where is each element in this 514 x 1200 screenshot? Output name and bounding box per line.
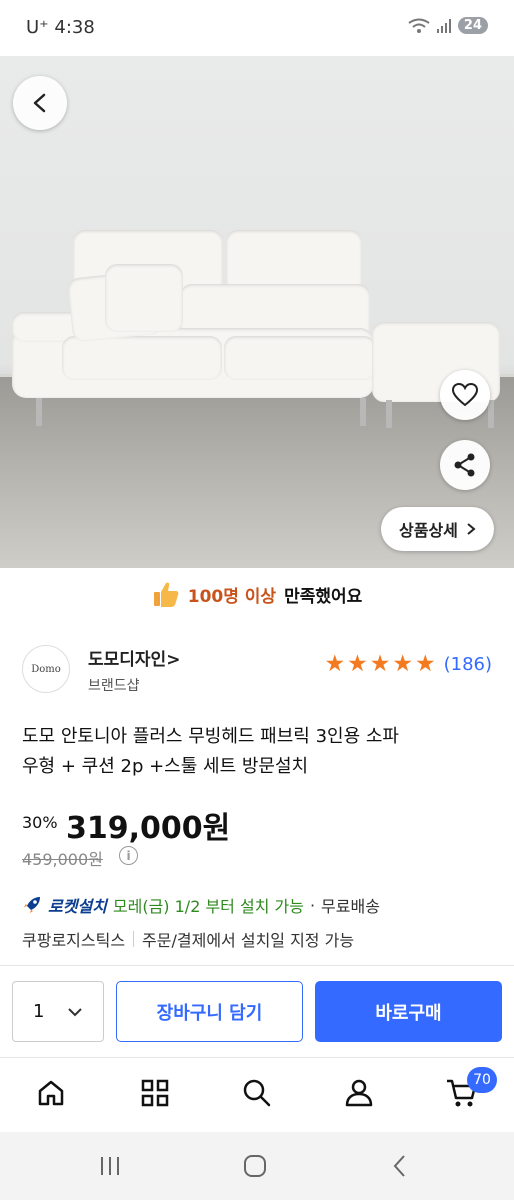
nav-home[interactable] (31, 1073, 71, 1113)
satisfaction-banner: 100명 이상 만족했어요 (0, 574, 514, 614)
status-icons: 24 (408, 17, 488, 34)
satisfaction-text: 만족했어요 (284, 586, 363, 607)
review-count-link[interactable]: (186) (444, 654, 492, 675)
home-icon (38, 1080, 64, 1106)
chevron-right-icon (467, 523, 476, 535)
product-title-line: 우형 + 쿠션 2p +스툴 세트 방문설치 (22, 756, 309, 777)
logistics-provider: 쿠팡로지스틱스 (22, 931, 126, 950)
brand-row[interactable]: Domo 도모디자인> 브랜드샵 ★ ★ ★ ★ ★ (186) (22, 645, 492, 695)
share-icon (454, 453, 475, 477)
product-detail-label: 상품상세 (399, 521, 458, 540)
nav-my-page[interactable] (339, 1073, 379, 1113)
back-system-button[interactable] (382, 1150, 418, 1182)
divider (133, 931, 135, 947)
chevron-down-icon (68, 1007, 82, 1016)
buy-now-button[interactable]: 바로구매 (315, 981, 502, 1042)
install-date: 모레(금) 1/2 부터 설치 가능 (112, 897, 304, 916)
star-icon: ★ (324, 651, 346, 677)
rocket-install-label: 로켓설치 (48, 897, 107, 916)
logistics-info: 쿠팡로지스틱스 주문/결제에서 설치일 지정 가능 (22, 927, 354, 951)
wifi-icon (408, 18, 430, 33)
recent-apps-icon (101, 1157, 119, 1175)
heart-icon (451, 382, 479, 407)
add-to-cart-button[interactable]: 장바구니 담기 (116, 981, 303, 1042)
nav-categories[interactable] (135, 1073, 175, 1113)
signal-icon (436, 18, 451, 33)
home-system-button[interactable] (237, 1150, 273, 1182)
info-icon[interactable]: i (119, 846, 138, 865)
back-button[interactable] (13, 76, 67, 130)
divider (0, 965, 514, 966)
original-price: 459,000원 (22, 850, 103, 869)
rocket-icon (24, 897, 40, 913)
product-title: 도모 안토니아 플러스 무빙헤드 패브릭 3인용 소파 우형 + 쿠션 2p +… (22, 722, 492, 782)
system-navigation-bar (0, 1132, 514, 1200)
bottom-nav (0, 1057, 514, 1132)
home-circle-icon (244, 1155, 266, 1177)
chevron-left-icon (33, 93, 46, 113)
free-shipping-label: 무료배송 (321, 897, 380, 916)
product-detail-button[interactable]: 상품상세 (381, 507, 494, 551)
brand-logo[interactable]: Domo (22, 645, 70, 693)
rating[interactable]: ★ ★ ★ ★ ★ (186) (324, 653, 492, 676)
quantity-select[interactable]: 1 (12, 981, 104, 1042)
star-icon: ★ (414, 651, 436, 677)
share-button[interactable] (440, 440, 490, 490)
brand-shop-label: 브랜드샵 (88, 678, 140, 694)
battery-badge: 24 (457, 17, 488, 34)
logistics-note: 주문/결제에서 설치일 지정 가능 (142, 931, 355, 950)
brand-name-link[interactable]: 도모디자인> (88, 645, 180, 670)
status-time: U⁺ 4:38 (26, 17, 95, 38)
product-image-carousel[interactable] (0, 56, 514, 568)
discount-rate: 30% (22, 813, 58, 832)
delivery-info: 로켓설치 모레(금) 1/2 부터 설치 가능 · 무료배송 (22, 893, 380, 917)
user-icon (345, 1079, 373, 1107)
cart-count-badge: 70 (467, 1067, 497, 1093)
star-icon: ★ (369, 651, 391, 677)
star-icon: ★ (347, 651, 368, 677)
quantity-value: 1 (33, 1001, 45, 1022)
star-icon: ★ (392, 651, 413, 677)
satisfaction-count: 100명 이상 (187, 586, 277, 607)
chevron-left-icon (393, 1155, 405, 1177)
dot-separator: · (309, 895, 316, 915)
search-icon (243, 1079, 271, 1107)
like-button[interactable] (440, 370, 490, 420)
thumbs-up-icon (153, 582, 179, 607)
nav-search[interactable] (237, 1073, 277, 1113)
grid-icon (141, 1079, 169, 1107)
sale-price: 319,000원 (66, 811, 231, 846)
product-title-line: 도모 안토니아 플러스 무빙헤드 패브릭 3인용 소파 (22, 726, 399, 747)
recent-apps-button[interactable] (92, 1150, 128, 1182)
status-bar: U⁺ 4:38 24 (0, 0, 514, 56)
